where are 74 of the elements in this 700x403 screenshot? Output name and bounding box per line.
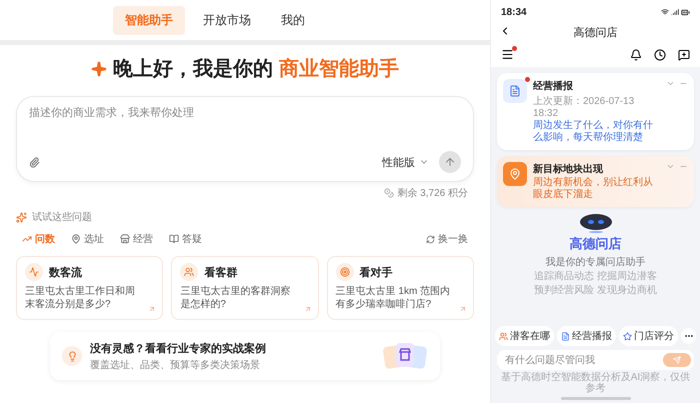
people-icon xyxy=(499,332,508,340)
new-chat-icon[interactable] xyxy=(678,48,690,60)
greeting-heading: 晚上好，我是你的 商业智能助手 xyxy=(113,56,399,82)
category-tab[interactable]: 答疑 xyxy=(169,232,202,246)
banner-subtitle: 覆盖选址、品类、预算等多类决策场景 xyxy=(90,358,261,372)
feature-text: 追踪商品动态 挖掘周边潜客 xyxy=(534,271,657,283)
menu-icon[interactable] xyxy=(501,48,514,61)
wifi-icon xyxy=(661,8,669,16)
pulse-icon xyxy=(29,267,39,277)
disclaimer-text: 基于高德时空智能数据分析及AI洞察，仅供参考 xyxy=(500,370,692,396)
coins-icon xyxy=(384,188,394,198)
arrow-icon xyxy=(458,305,467,313)
feature-text: 预判经营风险 发现身边商机 xyxy=(534,285,657,297)
map-pin-icon xyxy=(71,234,81,244)
signal-icon xyxy=(671,8,679,16)
target-icon xyxy=(340,267,350,277)
battery-icon xyxy=(681,8,690,16)
star-icon xyxy=(623,332,632,340)
quick-chip[interactable]: 潜客在哪 xyxy=(495,326,554,346)
refresh-icon xyxy=(426,234,435,244)
notice-meta: 上次更新：2026-07-13 18:32 xyxy=(533,94,636,119)
notice-title: 经营播报 xyxy=(533,80,574,93)
question-card[interactable]: 看客群 三里屯太古里的客群洞察是怎样的? xyxy=(171,256,319,320)
report-icon xyxy=(561,332,570,340)
status-time: 18:34 xyxy=(501,6,527,18)
nav-tab[interactable]: 开放市场 xyxy=(191,6,263,34)
more-button[interactable] xyxy=(681,328,696,344)
quick-chip[interactable]: 经营播报 xyxy=(557,326,616,346)
card-question: 三里屯太古里 1km 范围内有多少瑞幸咖啡门店? xyxy=(336,285,452,311)
category-tab[interactable]: 选址 xyxy=(71,232,104,246)
case-banner[interactable]: 没有灵感？看看行业专家的实战案例 覆盖选址、品类、预算等多类决策场景 xyxy=(50,332,440,380)
send-icon xyxy=(673,356,681,364)
store-icon xyxy=(120,234,130,244)
assistant-name: 高德问店 xyxy=(570,235,622,253)
banner-title: 没有灵感？看看行业专家的实战案例 xyxy=(90,341,266,356)
assistant-intro: 我是你的专属问店助手 xyxy=(546,256,646,269)
chat-input-bar[interactable]: 有什么问题尽管问我 xyxy=(497,350,694,370)
prompt-input[interactable]: 描述你的商业需求，我来帮你处理 xyxy=(29,107,461,119)
credits-text: 剩余 3,726 积分 xyxy=(397,187,468,200)
report-icon xyxy=(509,85,521,97)
people-icon xyxy=(184,267,194,277)
arrow-up-icon xyxy=(444,156,456,168)
card-question: 三里屯太古里工作日和周末客流分别是多少? xyxy=(25,285,136,311)
sparkles-icon xyxy=(16,212,27,222)
notice-text: 周边有新机会，别让红利从眼皮底下溜走 xyxy=(533,177,654,201)
nav-tab[interactable]: 我的 xyxy=(269,6,317,34)
attach-icon[interactable] xyxy=(29,156,40,168)
robot-head-drawing xyxy=(578,213,612,233)
quick-chip[interactable]: 门店评分 xyxy=(619,326,678,346)
card-title: 看客群 xyxy=(204,266,238,280)
arrow-icon xyxy=(304,305,312,313)
card-question: 三里屯太古里的客群洞察是怎样的? xyxy=(180,285,292,311)
notice-text: 周边发生了什么，对你有什么影响，每天帮你理清楚 xyxy=(533,120,654,144)
book-icon xyxy=(169,234,179,244)
question-card[interactable]: 看对手 三里屯太古里 1km 范围内有多少瑞幸咖啡门店? xyxy=(326,256,474,320)
notice-title: 新目标地块出现 xyxy=(533,162,604,176)
question-card[interactable]: 数客流 三里屯太古里工作日和周末客流分别是多少? xyxy=(16,256,164,320)
card-title: 数客流 xyxy=(49,266,82,280)
history-icon[interactable] xyxy=(654,48,666,60)
send-button[interactable] xyxy=(439,151,461,173)
card-title: 看对手 xyxy=(360,266,393,280)
home-indicator xyxy=(560,397,630,400)
chat-input[interactable]: 有什么问题尽管问我 xyxy=(505,354,663,366)
screen-title: 高德问店 xyxy=(574,26,618,40)
notification-icon[interactable] xyxy=(630,48,642,60)
sparkle-icon xyxy=(91,60,108,76)
lightbulb-icon xyxy=(66,350,78,362)
category-tab[interactable]: 经营 xyxy=(120,232,153,246)
arrow-icon xyxy=(148,305,156,313)
map-pin-icon xyxy=(509,168,521,180)
refresh-link[interactable]: 换一换 xyxy=(426,232,468,246)
mode-dropdown[interactable]: 性能版 xyxy=(382,154,429,170)
section-title: 试试这些问题 xyxy=(32,210,92,224)
trend-icon xyxy=(22,234,32,244)
